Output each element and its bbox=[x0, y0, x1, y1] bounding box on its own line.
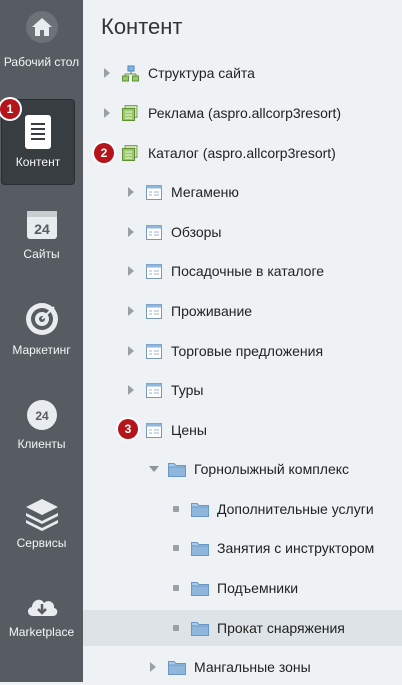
sidebar-item-label: Рабочий стол bbox=[3, 55, 80, 69]
sidebar-item-clients[interactable]: 24 Клиенты bbox=[0, 398, 83, 451]
tree-row[interactable]: Реклама (aspro.allcorp3resort) bbox=[83, 95, 402, 131]
sidebar-item-marketplace[interactable]: Marketplace bbox=[0, 592, 83, 639]
step-badge: 2 bbox=[94, 143, 114, 163]
sidebar-item-marketing[interactable]: Маркетинг bbox=[0, 302, 83, 357]
leaf-bullet-icon bbox=[173, 585, 179, 591]
collapse-arrow-icon[interactable] bbox=[149, 466, 159, 472]
site-structure-icon bbox=[122, 65, 139, 82]
step-badge: 3 bbox=[118, 419, 138, 439]
iblock-icon bbox=[146, 264, 162, 279]
clock-24-icon: 24 bbox=[26, 400, 57, 430]
tree-row[interactable]: Каталог (aspro.allcorp3resort) bbox=[83, 135, 402, 171]
tree-label[interactable]: Обзоры bbox=[171, 224, 222, 240]
tree-row[interactable]: Туры bbox=[83, 372, 402, 408]
expand-arrow-icon[interactable] bbox=[128, 306, 134, 316]
tree-row[interactable]: Подъемники bbox=[83, 570, 402, 606]
layers-icon bbox=[25, 499, 58, 531]
expand-arrow-icon[interactable] bbox=[128, 346, 134, 356]
folder-icon bbox=[168, 661, 186, 675]
tree-label[interactable]: Туры bbox=[171, 382, 203, 398]
expand-arrow-icon[interactable] bbox=[150, 662, 156, 672]
tree-row[interactable]: Структура сайта bbox=[83, 55, 402, 91]
expand-arrow-icon[interactable] bbox=[128, 227, 134, 237]
tree-label[interactable]: Посадочные в каталоге bbox=[171, 263, 324, 279]
tree-row[interactable]: Торговые предложения bbox=[83, 333, 402, 369]
leaf-bullet-icon bbox=[173, 625, 179, 631]
leaf-bullet-icon bbox=[173, 545, 179, 551]
iblock-type-icon bbox=[122, 145, 138, 161]
folder-icon bbox=[191, 542, 209, 556]
sidebar-item-label: Клиенты bbox=[17, 437, 66, 451]
tree-row[interactable]: Горнолыжный комплекс bbox=[83, 451, 402, 487]
sidebar-item-label: Сайты bbox=[23, 247, 60, 261]
iblock-icon bbox=[146, 225, 162, 240]
tree-row-selected[interactable]: Прокат снаряжения bbox=[83, 610, 402, 646]
tree-row[interactable]: Дополнительные услуги bbox=[83, 491, 402, 527]
target-icon bbox=[25, 303, 58, 335]
tree-label[interactable]: Реклама (aspro.allcorp3resort) bbox=[148, 105, 341, 121]
sidebar-item-sites[interactable]: 24 Сайты bbox=[0, 208, 83, 261]
tree-row[interactable]: Мангальные зоны bbox=[83, 649, 402, 685]
document-icon bbox=[25, 115, 51, 149]
tree-label[interactable]: Мангальные зоны bbox=[194, 659, 311, 675]
leaf-bullet-icon bbox=[173, 506, 179, 512]
step-badge: 1 bbox=[0, 99, 20, 119]
tree-label[interactable]: Торговые предложения bbox=[171, 343, 323, 359]
tree-row[interactable]: Занятия с инструктором bbox=[83, 530, 402, 566]
iblock-icon bbox=[146, 383, 162, 398]
expand-arrow-icon[interactable] bbox=[128, 385, 134, 395]
tree-label[interactable]: Цены bbox=[171, 422, 207, 438]
page-title: Контент bbox=[101, 14, 183, 39]
folder-icon bbox=[168, 463, 186, 477]
calendar-24-icon: 24 bbox=[26, 211, 57, 239]
tree-row[interactable]: Посадочные в каталоге bbox=[83, 253, 402, 289]
sidebar-item-label: Marketplace bbox=[8, 625, 75, 639]
cloud-download-icon bbox=[27, 599, 57, 616]
tree-label[interactable]: Мегаменю bbox=[171, 184, 239, 200]
tree-row[interactable]: Проживание bbox=[83, 293, 402, 329]
expand-arrow-icon[interactable] bbox=[128, 187, 134, 197]
tree-label[interactable]: Занятия с инструктором bbox=[217, 540, 374, 556]
sidebar-item-label: Сервисы bbox=[16, 536, 67, 550]
svg-text:24: 24 bbox=[35, 409, 49, 423]
iblock-icon bbox=[146, 423, 162, 438]
expand-arrow-icon[interactable] bbox=[104, 68, 110, 78]
folder-icon bbox=[191, 622, 209, 636]
tree-row[interactable]: Мегаменю bbox=[83, 174, 402, 210]
tree-row[interactable]: Обзоры bbox=[83, 214, 402, 250]
sidebar-item-desktop[interactable]: Рабочий стол bbox=[0, 10, 83, 69]
iblock-icon bbox=[146, 344, 162, 359]
iblock-type-icon bbox=[122, 105, 138, 121]
tree-label[interactable]: Каталог (aspro.allcorp3resort) bbox=[148, 145, 336, 161]
sidebar-item-label: Контент bbox=[15, 155, 61, 169]
expand-arrow-icon[interactable] bbox=[128, 266, 134, 276]
folder-icon bbox=[191, 582, 209, 596]
tree-label[interactable]: Прокат снаряжения bbox=[217, 620, 345, 636]
expand-arrow-icon[interactable] bbox=[104, 108, 110, 118]
iblock-icon bbox=[146, 185, 162, 200]
tree-label[interactable]: Структура сайта bbox=[148, 65, 255, 81]
house-icon bbox=[25, 11, 58, 43]
tree-label[interactable]: Подъемники bbox=[217, 580, 298, 596]
sidebar-item-services[interactable]: Сервисы bbox=[0, 497, 83, 550]
tree-label[interactable]: Дополнительные услуги bbox=[217, 501, 374, 517]
svg-text:24: 24 bbox=[34, 221, 50, 237]
sidebar-item-label: Маркетинг bbox=[12, 343, 71, 357]
iblock-icon bbox=[146, 304, 162, 319]
tree-label[interactable]: Горнолыжный комплекс bbox=[194, 461, 349, 477]
tree-label[interactable]: Проживание bbox=[171, 303, 252, 319]
folder-icon bbox=[191, 503, 209, 517]
